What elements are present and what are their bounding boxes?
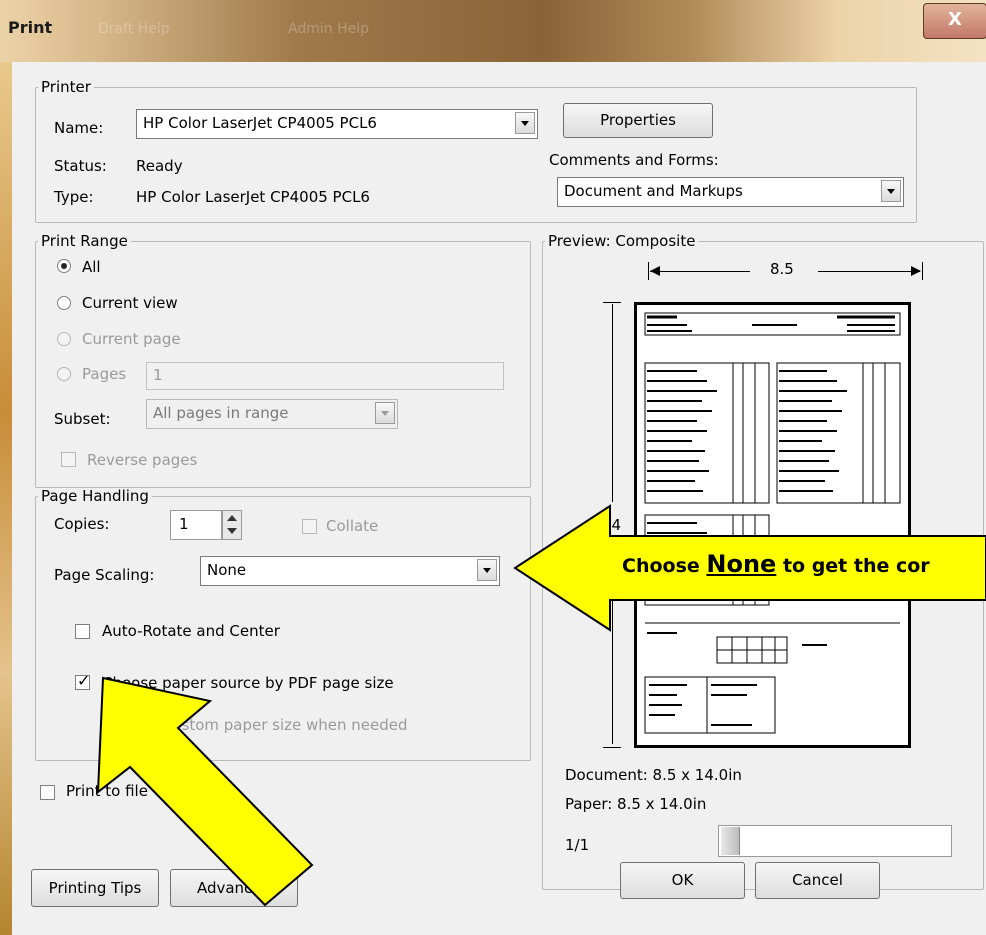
- callout-arrow-up: [96, 676, 314, 907]
- print-dialog: Print Draft Help Admin Help X Printer Na…: [0, 0, 986, 935]
- annotation-overlay: [96, 504, 986, 907]
- callout-text: Choose None to get the cor: [622, 550, 930, 578]
